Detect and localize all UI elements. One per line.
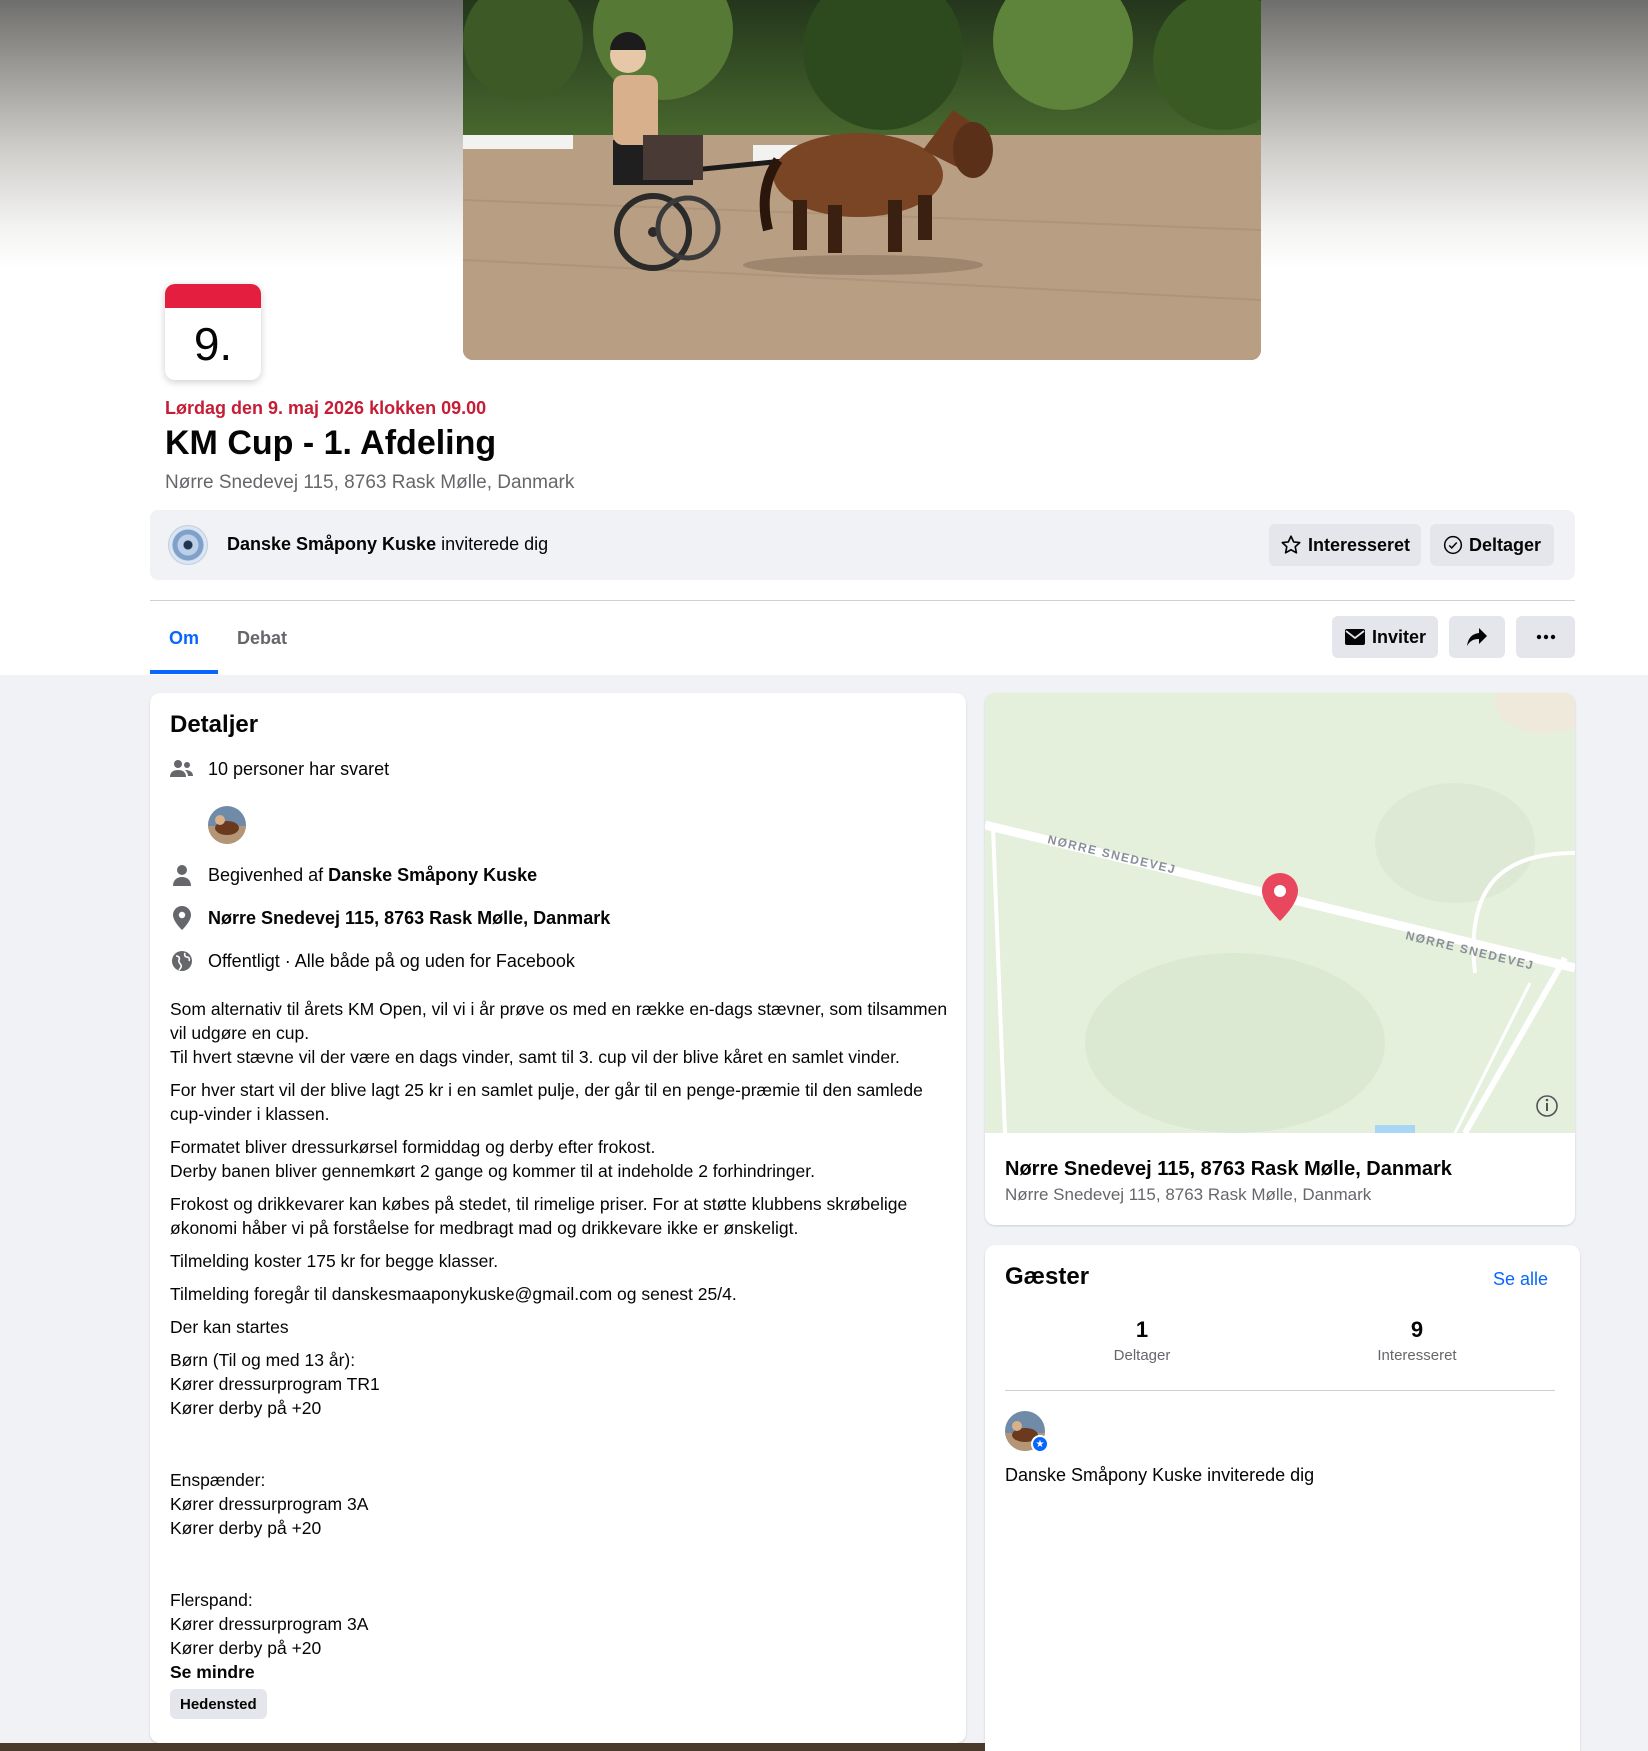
map-address-subtitle: Nørre Snedevej 115, 8763 Rask Mølle, Dan… xyxy=(1005,1185,1372,1204)
calendar-day: 9. xyxy=(193,318,233,370)
description-paragraph: Børn (Til og med 13 år): Kører dressurpr… xyxy=(170,1350,380,1658)
responded-text[interactable]: 10 personer har svaret xyxy=(208,759,389,780)
interested-stat-label: Interesseret xyxy=(1377,1347,1457,1364)
bottom-photo-edge xyxy=(0,1743,985,1751)
event-title: KM Cup - 1. Afdeling xyxy=(165,424,497,462)
invite-text: Danske Småpony Kuske inviterede dig xyxy=(227,534,548,555)
interested-stat[interactable]: 9 Interesseret xyxy=(1317,1317,1517,1364)
map-card: NØRRE SNEDEVEJ NØRRE SNEDEVEJ Nørre Sned… xyxy=(985,693,1575,1225)
privacy-text: Offentligt · Alle både på og uden for Fa… xyxy=(208,950,575,971)
tab-about[interactable]: Om xyxy=(169,628,199,649)
envelope-icon xyxy=(1344,629,1365,645)
going-label: Deltager xyxy=(1468,534,1542,555)
calendar-date-badge: 9. xyxy=(165,284,261,380)
description-paragraph: Frokost og drikkevarer kan købes på sted… xyxy=(170,1194,908,1238)
host-name[interactable]: Danske Småpony Kuske xyxy=(227,534,436,554)
map-address-title[interactable]: Nørre Snedevej 115, 8763 Rask Mølle, Dan… xyxy=(1005,1158,1452,1181)
privacy-row: Offentligt · Alle både på og uden for Fa… xyxy=(170,949,575,973)
header-divider xyxy=(150,600,1575,601)
guest-invite-text: Danske Småpony Kuske inviterede dig xyxy=(1005,1465,1315,1485)
address-row: Nørre Snedevej 115, 8763 Rask Mølle, Dan… xyxy=(170,906,610,930)
description-paragraph: Formatet bliver dressurkørsel formiddag … xyxy=(170,1137,815,1181)
more-options-button[interactable] xyxy=(1516,616,1575,658)
description-paragraph: Som alternativ til årets KM Open, vil vi… xyxy=(170,999,948,1067)
see-all-link[interactable]: Se alle xyxy=(1493,1269,1548,1290)
globe-icon xyxy=(170,949,194,973)
description-paragraph: Tilmelding koster 175 kr for begge klass… xyxy=(170,1251,499,1271)
active-tab-indicator xyxy=(150,670,218,674)
calendar-header xyxy=(165,284,261,308)
description-paragraph: Tilmelding foregår til danskesmaaponykus… xyxy=(170,1284,737,1304)
going-stat[interactable]: 1 Deltager xyxy=(1042,1317,1242,1364)
person-icon xyxy=(170,863,194,887)
host-badge-icon: ★ xyxy=(1031,1435,1049,1453)
guests-card: Gæster Se alle 1 Deltager 9 Interesseret… xyxy=(985,1245,1580,1751)
cover-photo[interactable] xyxy=(463,0,1261,360)
going-button[interactable]: Deltager xyxy=(1430,524,1554,566)
interested-count: 9 xyxy=(1410,1317,1424,1342)
organizer-name[interactable]: Danske Småpony Kuske xyxy=(328,865,537,886)
responded-row: 10 personer har svaret xyxy=(170,757,389,781)
invite-label: Inviter xyxy=(1371,626,1427,647)
going-stat-label: Deltager xyxy=(1113,1347,1171,1364)
description-paragraph: For hver start vil der blive lagt 25 kr … xyxy=(170,1080,923,1124)
details-card: Detaljer 10 personer har svaret Begivenh… xyxy=(150,693,966,1743)
event-date: Lørdag den 9. maj 2026 klokken 09.00 xyxy=(165,398,487,418)
going-count: 1 xyxy=(1135,1317,1149,1342)
invite-button[interactable]: Inviter xyxy=(1332,616,1438,658)
invite-bar: Danske Småpony Kuske inviterede dig Inte… xyxy=(150,510,1575,580)
star-icon xyxy=(1281,535,1301,554)
event-description: Som alternativ til årets KM Open, vil vi… xyxy=(170,997,950,1684)
interested-label: Interesseret xyxy=(1307,534,1411,555)
interested-button[interactable]: Interesseret xyxy=(1269,524,1421,566)
organizer-row: Begivenhed af Danske Småpony Kuske xyxy=(170,863,537,887)
people-icon xyxy=(170,757,194,781)
host-avatar[interactable] xyxy=(168,525,208,565)
organizer-prefix: Begivenhed af xyxy=(208,864,329,885)
guests-divider xyxy=(1005,1390,1555,1391)
address-text[interactable]: Nørre Snedevej 115, 8763 Rask Mølle, Dan… xyxy=(208,908,610,929)
check-circle-icon xyxy=(1443,535,1463,555)
location-tag[interactable]: Hedensted xyxy=(170,1689,267,1719)
more-icon xyxy=(1536,634,1555,640)
guests-heading: Gæster xyxy=(1005,1263,1090,1290)
see-less-link[interactable]: Se mindre xyxy=(170,1660,950,1684)
map[interactable]: NØRRE SNEDEVEJ NØRRE SNEDEVEJ xyxy=(985,693,1575,1135)
location-pin-icon xyxy=(170,906,194,930)
invited-you-text: inviterede dig xyxy=(436,534,549,554)
details-heading: Detaljer xyxy=(170,711,259,738)
description-paragraph: Der kan startes xyxy=(170,1317,289,1337)
event-location[interactable]: Nørre Snedevej 115, 8763 Rask Mølle, Dan… xyxy=(165,472,574,494)
share-button[interactable] xyxy=(1449,616,1505,658)
event-header: 9. Lørdag den 9. maj 2026 klokken 09.00 … xyxy=(0,0,1648,675)
share-icon xyxy=(1467,628,1487,646)
tab-discussion[interactable]: Debat xyxy=(237,628,287,649)
responder-avatar[interactable] xyxy=(208,806,246,844)
